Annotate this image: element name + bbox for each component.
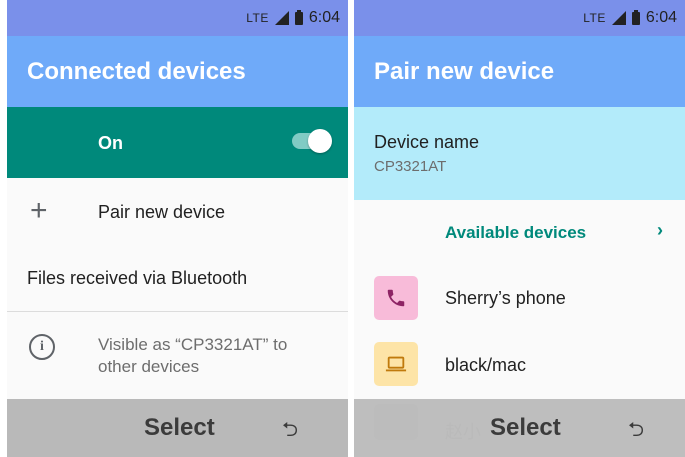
back-arrow-icon[interactable]: ⮌ bbox=[282, 415, 298, 449]
bluetooth-toggle-row[interactable]: On bbox=[7, 107, 348, 178]
page-title: Connected devices bbox=[27, 58, 246, 85]
back-arrow-icon[interactable]: ⮌ bbox=[628, 415, 644, 449]
select-softkey[interactable]: Select bbox=[490, 414, 561, 442]
toggle-label: On bbox=[98, 133, 123, 153]
app-bar: Connected devices bbox=[7, 36, 348, 107]
network-type: LTE bbox=[246, 11, 269, 25]
status-bar: LTE 6:04 bbox=[354, 0, 685, 36]
device-name-item[interactable]: Device name CP3321AT bbox=[354, 107, 685, 200]
toggle-knob bbox=[308, 129, 332, 153]
visible-line-1: Visible as “CP3321AT” to bbox=[98, 335, 288, 354]
status-time: 6:04 bbox=[308, 9, 340, 26]
scanning-indicator-icon: › bbox=[657, 220, 663, 240]
device-name-value: CP3321AT bbox=[374, 158, 447, 175]
device-name-label: Device name bbox=[374, 132, 480, 152]
signal-icon bbox=[611, 11, 626, 25]
device-sherrys-phone[interactable]: Sherry’s phone bbox=[445, 288, 566, 309]
status-bar: LTE 6:04 bbox=[7, 0, 348, 36]
available-devices-header: Available devices bbox=[445, 223, 587, 242]
visibility-info: i Visible as “CP3321AT” to other devices bbox=[7, 312, 348, 399]
status-time: 6:04 bbox=[645, 9, 677, 26]
softkey-bar: Select ⮌ bbox=[7, 399, 348, 457]
visible-as-text: Visible as “CP3321AT” to other devices bbox=[98, 334, 287, 378]
connected-devices-screen: LTE 6:04 Connected devices On + Pair new… bbox=[7, 0, 348, 457]
phone-icon bbox=[374, 276, 418, 320]
laptop-icon bbox=[374, 342, 418, 386]
plus-icon: + bbox=[30, 194, 48, 227]
pair-new-device-label: Pair new device bbox=[98, 202, 226, 222]
softkey-bar: Select ⮌ bbox=[354, 399, 685, 457]
visible-line-2: other devices bbox=[98, 357, 200, 376]
battery-icon bbox=[631, 9, 640, 25]
network-type: LTE bbox=[583, 11, 606, 25]
signal-icon bbox=[274, 11, 289, 25]
device-black-mac[interactable]: black/mac bbox=[445, 355, 526, 376]
info-icon: i bbox=[29, 334, 55, 360]
page-title: Pair new device bbox=[374, 58, 555, 85]
pair-new-device-item[interactable]: + Pair new device bbox=[7, 178, 348, 246]
files-received-label: Files received via Bluetooth bbox=[27, 268, 248, 288]
app-bar: Pair new device bbox=[354, 36, 685, 107]
battery-icon bbox=[294, 9, 303, 25]
pair-new-device-screen: LTE 6:04 Pair new device Device name CP3… bbox=[354, 0, 685, 457]
select-softkey[interactable]: Select bbox=[144, 414, 215, 442]
bluetooth-toggle[interactable] bbox=[292, 129, 332, 153]
files-received-item[interactable]: Files received via Bluetooth bbox=[7, 246, 348, 311]
